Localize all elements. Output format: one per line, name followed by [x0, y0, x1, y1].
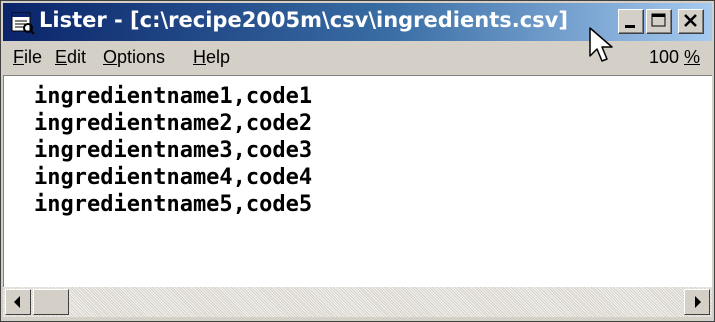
minimize-icon	[625, 25, 635, 28]
close-button[interactable]	[678, 9, 704, 34]
menu-options[interactable]: Options	[103, 47, 165, 68]
menu-edit[interactable]: Edit	[55, 47, 86, 68]
file-line: ingredientname1,code1	[34, 84, 313, 109]
maximize-button[interactable]	[646, 9, 672, 34]
file-line: ingredientname2,code2	[34, 111, 313, 136]
file-content-area[interactable]: ingredientname1,code1 ingredientname2,co…	[3, 75, 712, 287]
lister-app-icon[interactable]	[9, 9, 35, 35]
arrow-right-icon	[695, 296, 701, 308]
file-line: ingredientname5,code5	[34, 192, 313, 217]
mouse-pointer-icon	[589, 27, 613, 62]
file-line: ingredientname4,code4	[34, 165, 313, 190]
window-title: Lister - [c:\recipe2005m\csv\ingredients…	[39, 8, 568, 32]
minimize-button[interactable]	[618, 9, 644, 34]
scrollbar-thumb[interactable]	[33, 289, 69, 315]
menu-help[interactable]: Help	[193, 47, 230, 68]
horizontal-scrollbar[interactable]	[3, 287, 712, 317]
arrow-left-icon	[14, 296, 20, 308]
zoom-level[interactable]: 100 %	[649, 47, 700, 68]
menu-file[interactable]: File	[13, 47, 42, 68]
close-icon	[684, 14, 697, 27]
scroll-left-button[interactable]	[5, 289, 31, 315]
maximize-icon	[651, 13, 666, 27]
scroll-right-button[interactable]	[684, 289, 710, 315]
file-line: ingredientname3,code3	[34, 138, 313, 163]
